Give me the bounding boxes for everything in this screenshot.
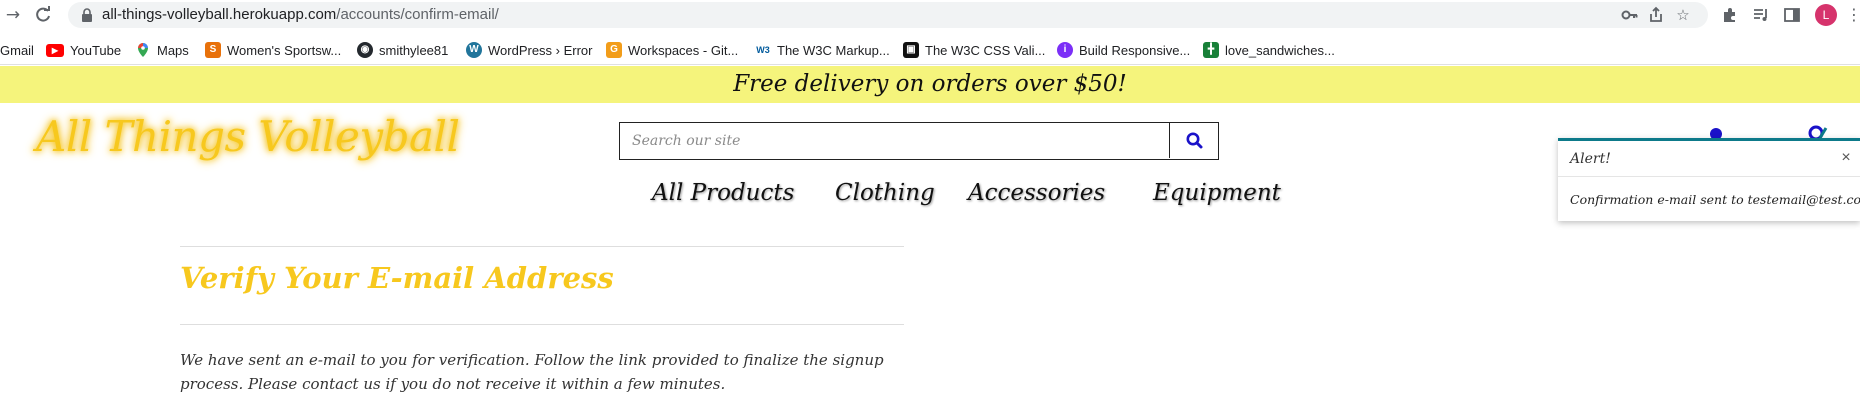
delivery-banner: Free delivery on orders over $50! xyxy=(0,66,1860,103)
bookmark-label: Maps xyxy=(157,42,189,58)
gitpod-icon: G xyxy=(606,42,622,58)
wordpress-icon: W xyxy=(466,42,482,58)
maps-icon xyxy=(138,43,148,57)
nav-all-products[interactable]: All Products xyxy=(652,178,794,208)
build-responsive-icon: i xyxy=(1057,42,1073,58)
more-menu-icon[interactable]: ⋮ xyxy=(1846,4,1860,26)
bookmark-label: WordPress › Error xyxy=(488,42,593,58)
url-text[interactable]: all-things-volleyball.herokuapp.com/acco… xyxy=(102,6,499,24)
bookmark-label: The W3C Markup... xyxy=(777,42,890,58)
profile-avatar[interactable]: L xyxy=(1815,4,1837,26)
nav-clothing[interactable]: Clothing xyxy=(835,178,935,208)
bottom-divider xyxy=(180,324,904,325)
share-icon[interactable] xyxy=(1647,6,1665,24)
sheets-icon: ╋ xyxy=(1203,42,1219,58)
search-input[interactable] xyxy=(620,123,1170,158)
bookmark-maps[interactable]: Maps xyxy=(135,40,189,60)
nav-accessories[interactable]: Accessories xyxy=(968,178,1105,208)
page-title: Verify Your E-mail Address xyxy=(180,261,614,295)
forward-icon[interactable]: → xyxy=(2,4,24,26)
media-control-icon[interactable] xyxy=(1750,4,1772,26)
banner-text: Free delivery on orders over $50! xyxy=(733,71,1127,97)
youtube-icon: ▶ xyxy=(46,43,64,57)
reload-icon[interactable] xyxy=(32,4,54,26)
bookmark-label: Workspaces - Git... xyxy=(628,42,739,58)
bookmark-label: Women's Sportsw... xyxy=(227,42,342,58)
browser-toolbar: → all-things-volleyball.herokuapp.com/ac… xyxy=(0,0,1860,30)
alert-toast: Alert! × Confirmation e-mail sent to tes… xyxy=(1558,138,1860,221)
side-panel-icon[interactable] xyxy=(1781,4,1803,26)
toast-message: Confirmation e-mail sent to testemail@te… xyxy=(1570,192,1860,207)
w3c-css-icon: ▣ xyxy=(903,42,919,58)
bookmark-wordpress[interactable]: W WordPress › Error xyxy=(466,40,593,60)
lock-icon[interactable] xyxy=(80,8,94,22)
sportswear-icon: S xyxy=(205,42,221,58)
site-logo[interactable]: All Things Volleyball xyxy=(36,110,460,164)
search-form xyxy=(619,122,1219,160)
bookmarks-bar: Gmail ▶ YouTube Maps S Women's Sportsw..… xyxy=(0,35,1860,65)
close-icon[interactable]: × xyxy=(1838,148,1854,168)
bookmark-youtube[interactable]: ▶ YouTube xyxy=(46,40,121,60)
bookmark-label: smithylee81 xyxy=(379,42,449,58)
bookmark-gitpod[interactable]: G Workspaces - Git... xyxy=(606,40,738,60)
nav-equipment[interactable]: Equipment xyxy=(1153,178,1281,208)
github-icon: ◉ xyxy=(357,42,373,58)
bookmark-label: Gmail xyxy=(0,42,34,58)
bookmark-gmail[interactable]: Gmail xyxy=(0,40,34,60)
bookmark-womens-sportswear[interactable]: S Women's Sportsw... xyxy=(205,40,341,60)
verification-message: We have sent an e-mail to you for verifi… xyxy=(180,351,884,393)
key-icon[interactable] xyxy=(1621,6,1639,24)
bookmark-label: Build Responsive... xyxy=(1079,42,1191,58)
bookmark-label: love_sandwiches... xyxy=(1225,42,1335,58)
address-bar[interactable]: all-things-volleyball.herokuapp.com/acco… xyxy=(68,2,1708,28)
bookmark-build-responsive[interactable]: i Build Responsive... xyxy=(1057,40,1190,60)
top-divider xyxy=(180,246,904,247)
toast-header: Alert! × xyxy=(1558,141,1860,177)
bookmark-label: YouTube xyxy=(70,42,122,58)
bookmark-w3c-css[interactable]: ▣ The W3C CSS Vali... xyxy=(903,40,1045,60)
search-button[interactable] xyxy=(1169,123,1218,158)
bookmark-label: The W3C CSS Vali... xyxy=(925,42,1046,58)
extensions-icon[interactable] xyxy=(1719,4,1741,26)
star-icon[interactable]: ☆ xyxy=(1674,6,1692,24)
bookmark-w3c-markup[interactable]: W3 The W3C Markup... xyxy=(755,40,890,60)
bookmark-love-sandwiches[interactable]: ╋ love_sandwiches... xyxy=(1203,40,1335,60)
w3c-icon: W3 xyxy=(755,42,771,58)
toast-title: Alert! xyxy=(1570,151,1611,167)
search-icon xyxy=(1186,132,1203,149)
bookmark-github[interactable]: ◉ smithylee81 xyxy=(357,40,448,60)
